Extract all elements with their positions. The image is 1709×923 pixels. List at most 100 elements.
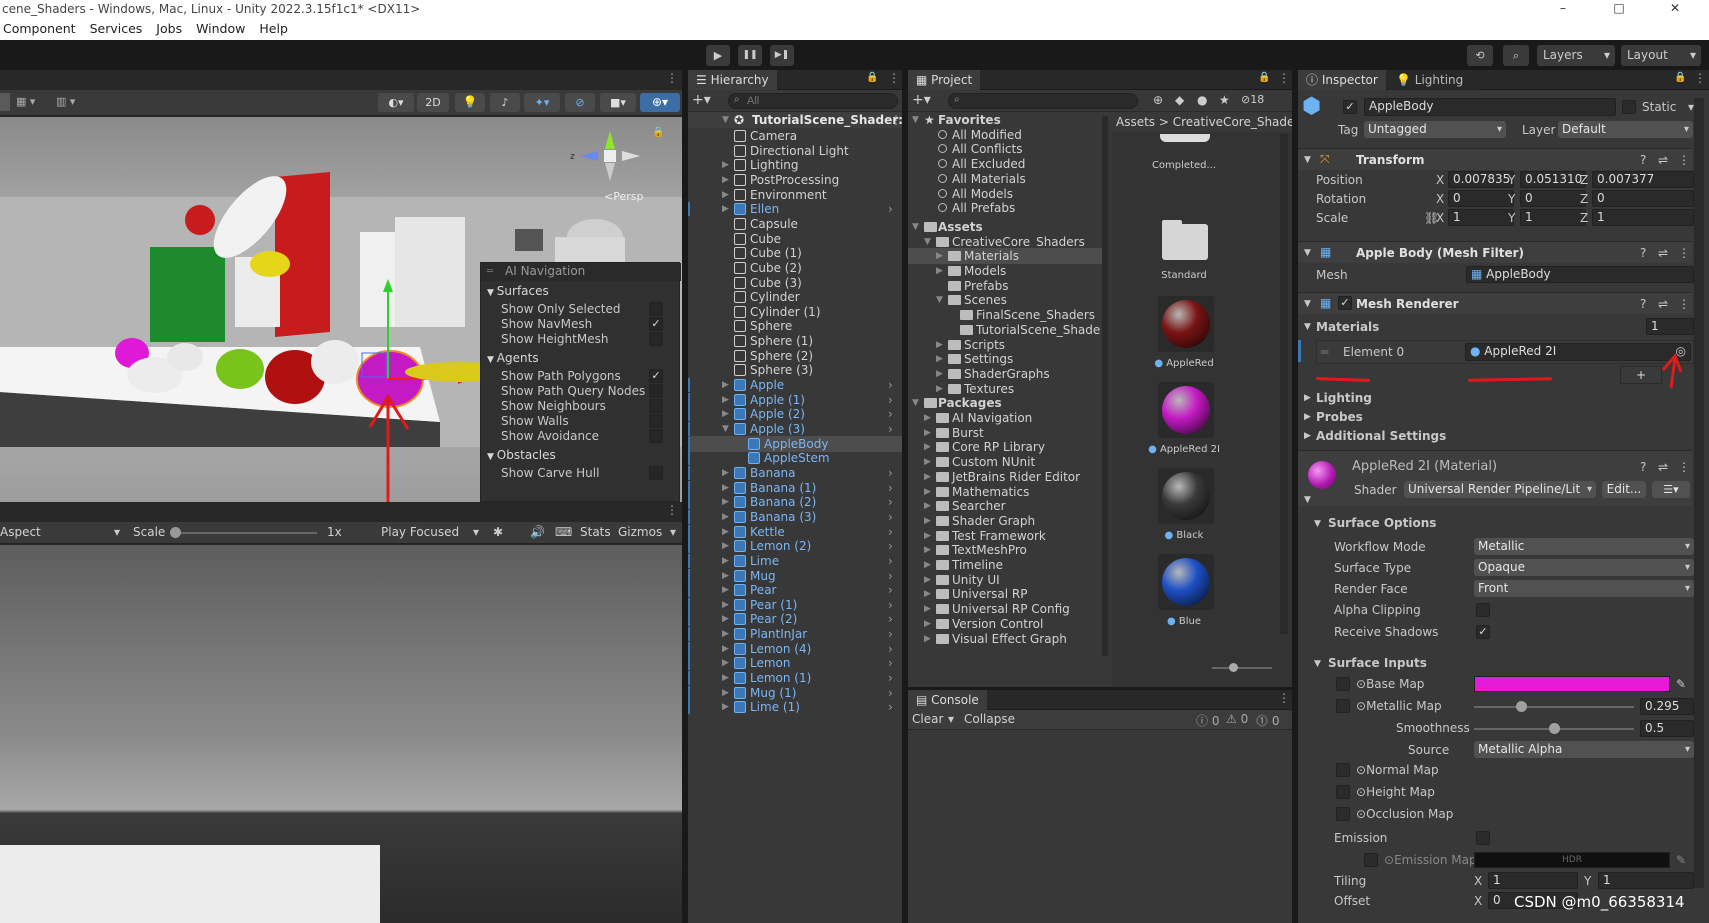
increment-snap-icon[interactable]: ▥ ▾: [56, 93, 88, 111]
smoothness-slider-handle[interactable]: [1549, 723, 1560, 734]
fold-arrow-icon[interactable]: ▼: [1314, 516, 1321, 532]
overlay-header[interactable]: ═ AI Navigation: [481, 263, 681, 281]
surface-option-dropdown[interactable]: Opaque: [1474, 559, 1694, 576]
fold-arrow-icon[interactable]: ▶: [924, 498, 934, 514]
hierarchy-item[interactable]: Sphere (3): [688, 362, 902, 378]
material-element-row[interactable]: ═ Element 0 ● AppleRed 2I ◎: [1316, 340, 1694, 364]
layer-dropdown[interactable]: Default: [1558, 121, 1693, 138]
prefab-open-chevron-icon[interactable]: ›: [888, 538, 893, 554]
gizmos-toggle-icon[interactable]: ⊕▾: [640, 93, 680, 112]
inspector-menu-icon[interactable]: ⋮: [1694, 71, 1706, 85]
grid-snap-icon[interactable]: ▦ ▾: [16, 93, 48, 111]
prefab-open-chevron-icon[interactable]: ›: [888, 377, 893, 393]
overlay-toggle-checkbox[interactable]: [649, 399, 663, 413]
favorite-item[interactable]: All Modified: [908, 127, 1102, 143]
base-color-swatch[interactable]: [1474, 676, 1670, 692]
metallic-value-field[interactable]: 0.295: [1640, 698, 1694, 715]
fold-arrow-icon[interactable]: ▼: [912, 112, 922, 128]
project-folder[interactable]: ▶ ShaderGraphs: [908, 366, 1102, 382]
fold-arrow-icon[interactable]: ▶: [924, 572, 934, 588]
scene-row[interactable]: ▼ ✪ TutorialScene_Shader: ⋮: [688, 112, 903, 128]
fold-arrow-icon[interactable]: ▼: [912, 395, 922, 411]
presets-icon[interactable]: ⇌: [1658, 459, 1668, 475]
hierarchy-item[interactable]: ▶ Mug (1) ›: [688, 685, 902, 701]
overlay-section-obstacles[interactable]: ▼ Obstacles: [487, 447, 556, 463]
aspect-dropdown[interactable]: Aspect: [0, 525, 41, 539]
menu-help[interactable]: Help: [259, 18, 288, 40]
surface-inputs-title[interactable]: Surface Inputs: [1328, 655, 1427, 671]
reorder-handle-icon[interactable]: ═: [1321, 344, 1328, 360]
scene-menu-icon[interactable]: ⋮: [890, 112, 902, 128]
lock-icon[interactable]: 🔒: [1674, 72, 1686, 83]
fold-arrow-icon[interactable]: ▶: [936, 337, 946, 353]
persp-label[interactable]: <Persp: [604, 190, 643, 203]
hierarchy-item[interactable]: ▶ Banana (3) ›: [688, 509, 902, 525]
play-focused-dropdown[interactable]: Play Focused: [381, 525, 459, 539]
alpha-clipping-checkbox[interactable]: [1476, 603, 1490, 617]
surface-option-dropdown[interactable]: Metallic: [1474, 538, 1694, 555]
fold-arrow-icon[interactable]: ▶: [722, 626, 732, 642]
mesh-field[interactable]: ▦ AppleBody: [1466, 266, 1694, 283]
emission-color-swatch[interactable]: HDR: [1474, 852, 1670, 868]
overlay-toggle-checkbox[interactable]: [649, 429, 663, 443]
fold-arrow-icon[interactable]: ▶: [722, 465, 732, 481]
hierarchy-item[interactable]: Capsule: [688, 216, 902, 232]
fold-arrow-icon[interactable]: ▶: [924, 528, 934, 544]
additional-settings-section[interactable]: Additional Settings: [1316, 428, 1446, 444]
scale-slider-handle[interactable]: [170, 527, 181, 538]
overlay-toggle-row[interactable]: Show Path Query Nodes: [501, 383, 673, 399]
presets-icon[interactable]: ⇌: [1658, 152, 1668, 168]
package-folder[interactable]: ▶ Mathematics: [908, 484, 1102, 500]
surface-option-dropdown[interactable]: Front: [1474, 580, 1694, 597]
presets-icon[interactable]: ⇌: [1658, 296, 1668, 312]
tab-lighting[interactable]: 💡 Lighting: [1388, 70, 1480, 90]
mesh-renderer-enabled-checkbox[interactable]: ✓: [1338, 296, 1352, 310]
prefab-open-chevron-icon[interactable]: ›: [888, 553, 893, 569]
overlay-toggle-row[interactable]: Show Walls: [501, 413, 673, 429]
play-button[interactable]: ▶: [706, 45, 730, 66]
packages-header[interactable]: ▼ Packages: [908, 395, 1102, 411]
fold-arrow-icon[interactable]: ▶: [1304, 428, 1311, 444]
close-button[interactable]: ✕: [1652, 0, 1698, 18]
aspect-chevron-icon[interactable]: ▾: [114, 525, 120, 539]
hierarchy-item[interactable]: ▶ Lime (1) ›: [688, 699, 902, 715]
component-menu-icon[interactable]: ⋮: [1678, 152, 1690, 168]
asset-size-slider[interactable]: [1212, 667, 1272, 669]
prefab-open-chevron-icon[interactable]: ›: [888, 626, 893, 642]
favorite-item[interactable]: All Excluded: [908, 156, 1102, 172]
fold-arrow-icon[interactable]: ▶: [936, 263, 946, 279]
fold-arrow-icon[interactable]: ▶: [722, 392, 732, 408]
fold-arrow-icon[interactable]: ▶: [924, 484, 934, 500]
fold-arrow-icon[interactable]: ▶: [722, 201, 732, 217]
fold-arrow-icon[interactable]: ▶: [924, 454, 934, 470]
transform-x-field[interactable]: 0: [1448, 190, 1514, 207]
static-checkbox[interactable]: [1622, 100, 1636, 114]
asset-item[interactable]: Completed...: [1112, 134, 1272, 214]
fold-arrow-icon[interactable]: ▼: [487, 288, 497, 298]
layout-dropdown[interactable]: Layout ▾: [1621, 45, 1701, 66]
overlay-toggle-checkbox[interactable]: ✓: [649, 317, 663, 331]
hierarchy-item[interactable]: ▶ Kettle ›: [688, 524, 902, 540]
fold-arrow-icon[interactable]: ▶: [1304, 409, 1311, 425]
asset-size-slider-handle[interactable]: [1229, 663, 1238, 672]
tiling-x-field[interactable]: 1: [1488, 872, 1578, 889]
hierarchy-item[interactable]: ▶ Pear ›: [688, 582, 902, 598]
hierarchy-item[interactable]: Cylinder: [688, 289, 902, 305]
fold-arrow-icon[interactable]: ▶: [924, 557, 934, 573]
hierarchy-item[interactable]: ▶ Lighting: [688, 157, 902, 173]
shading-mode-icon[interactable]: ◐▾: [378, 93, 414, 112]
prefab-open-chevron-icon[interactable]: ›: [888, 494, 893, 510]
occlusion-map-slot[interactable]: [1336, 807, 1350, 821]
shader-dropdown[interactable]: Universal Render Pipeline/Lit: [1404, 481, 1596, 498]
prefab-open-chevron-icon[interactable]: ›: [888, 465, 893, 481]
hierarchy-item[interactable]: ▶ Lemon (4) ›: [688, 641, 902, 657]
probes-section[interactable]: Probes: [1316, 409, 1363, 425]
prefab-open-chevron-icon[interactable]: ›: [888, 670, 893, 686]
search-by-label-icon[interactable]: ◆: [1175, 93, 1184, 107]
hierarchy-item[interactable]: ▶ Apple (1) ›: [688, 392, 902, 408]
hierarchy-search-input[interactable]: [728, 93, 898, 109]
inspector-scrollbar[interactable]: [1694, 98, 1704, 888]
fold-arrow-icon[interactable]: ▼: [722, 112, 732, 128]
emission-map-slot[interactable]: [1364, 853, 1378, 867]
fold-arrow-icon[interactable]: ▼: [1304, 245, 1311, 261]
